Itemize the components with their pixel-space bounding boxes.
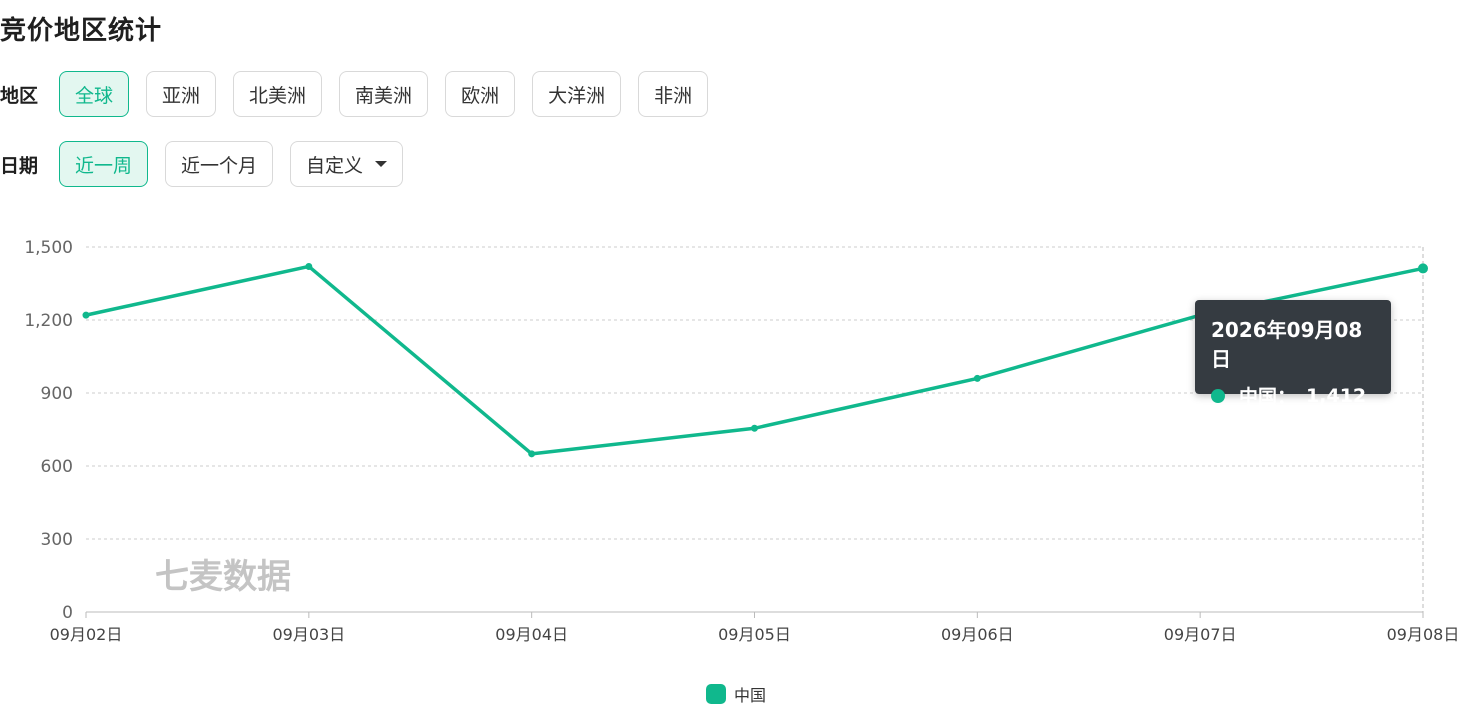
y-tick-label: 1,500 [24, 238, 73, 258]
region-option-global[interactable]: 全球 [59, 71, 130, 117]
tooltip-series-name: 中国 [1239, 386, 1278, 408]
data-point[interactable] [751, 424, 758, 432]
y-tick-label: 600 [41, 457, 73, 477]
date-custom-dropdown[interactable]: 自定义 [290, 141, 404, 187]
tooltip-date: 2026年09月08日 [1211, 318, 1363, 371]
date-custom-label: 自定义 [306, 154, 364, 177]
data-point[interactable] [1418, 263, 1428, 274]
line-chart[interactable]: 0 300 600 900 1,200 1,500 09月02日 09月03日 09月04日 09… [0, 220, 1477, 650]
chart-legend[interactable]: 中国 [706, 682, 766, 706]
y-tick-label: 0 [62, 603, 73, 623]
region-option-oceania[interactable]: 大洋洲 [532, 71, 622, 117]
page-title: 竞价地区统计 [0, 16, 163, 46]
legend-label: 中国 [734, 686, 767, 705]
region-option-europe[interactable]: 欧洲 [445, 71, 516, 117]
x-tick-label: 09月04日 [495, 625, 568, 644]
region-label: 地区 [0, 84, 39, 107]
watermark-text: 七麦数据 [155, 557, 291, 597]
data-point[interactable] [82, 311, 90, 319]
date-filter-row: 日期 近一周 近一个月 自定义 [0, 141, 420, 187]
region-option-north-america[interactable]: 北美洲 [233, 71, 323, 117]
region-option-south-america[interactable]: 南美洲 [339, 71, 429, 117]
caret-down-icon [375, 161, 388, 167]
date-option-last-week[interactable]: 近一周 [59, 141, 149, 187]
data-point[interactable] [973, 374, 981, 382]
x-tick-label: 09月02日 [50, 625, 123, 644]
x-tick-label: 09月03日 [272, 625, 345, 644]
tooltip-row: 中国： 1,412 [1211, 382, 1375, 409]
x-tick-label: 09月07日 [1164, 625, 1237, 644]
y-tick-label: 1,200 [24, 311, 73, 331]
y-tick-label: 300 [41, 530, 73, 550]
chart-tooltip: 2026年09月08日 中国： 1,412 [1195, 300, 1391, 408]
x-tick-label: 09月08日 [1387, 625, 1460, 644]
tooltip-value: 1,412 [1306, 384, 1367, 407]
region-filter-row: 地区 全球 亚洲 北美洲 南美洲 欧洲 大洋洲 非洲 [0, 71, 725, 117]
y-tick-label: 900 [41, 384, 73, 404]
x-tick-label: 09月05日 [718, 625, 791, 644]
data-point[interactable] [528, 450, 536, 458]
legend-swatch [706, 684, 726, 704]
region-option-asia[interactable]: 亚洲 [146, 71, 217, 117]
tooltip-separator: ： [1277, 386, 1297, 408]
date-option-last-month[interactable]: 近一个月 [165, 141, 274, 187]
tooltip-series-dot [1211, 388, 1225, 403]
region-option-africa[interactable]: 非洲 [638, 71, 709, 117]
data-point[interactable] [305, 262, 313, 270]
x-tick-label: 09月06日 [941, 625, 1014, 644]
date-label: 日期 [0, 154, 39, 177]
